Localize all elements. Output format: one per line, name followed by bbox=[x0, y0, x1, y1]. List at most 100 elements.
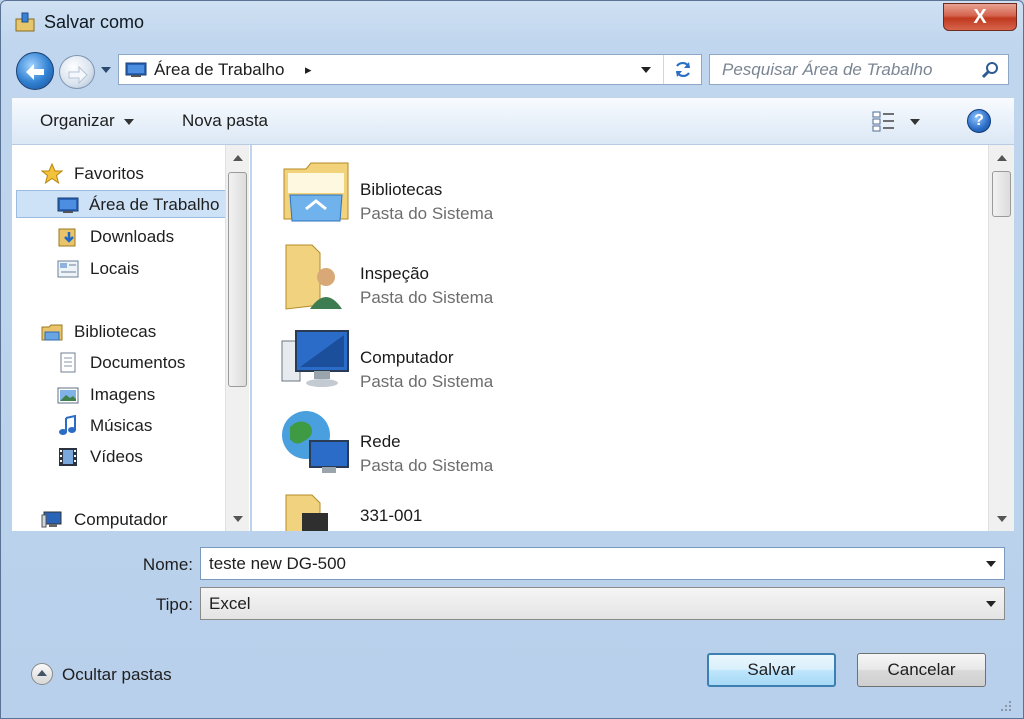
nav-item-label: Locais bbox=[90, 259, 140, 278]
recent-locations-dropdown[interactable] bbox=[101, 67, 111, 73]
filename-value[interactable]: teste new DG-500 bbox=[209, 554, 346, 574]
address-bar[interactable]: Área de Trabalho ▸ bbox=[118, 54, 702, 85]
nav-item-downloads[interactable]: Downloads bbox=[57, 223, 227, 251]
breadcrumb-chevron-icon[interactable]: ▸ bbox=[305, 62, 312, 78]
list-item[interactable]: Computador Pasta do Sistema bbox=[280, 323, 780, 403]
scroll-up-icon[interactable] bbox=[233, 155, 243, 161]
nav-item-videos[interactable]: Vídeos bbox=[57, 443, 227, 471]
file-name: Bibliotecas bbox=[360, 180, 443, 199]
refresh-icon bbox=[676, 61, 690, 78]
list-item[interactable]: Rede Pasta do Sistema bbox=[280, 407, 780, 487]
save-as-dialog: Salvar como X Área de Trabalho ▸ Pesquis… bbox=[0, 0, 1024, 719]
navigation-scrollbar[interactable] bbox=[225, 145, 249, 531]
filename-dropdown-arrow-icon[interactable] bbox=[986, 561, 996, 567]
help-icon[interactable]: ? bbox=[967, 109, 991, 133]
filename-label: Nome: bbox=[142, 555, 193, 574]
back-button[interactable] bbox=[16, 52, 54, 90]
nav-item-label: Bibliotecas bbox=[74, 322, 157, 341]
downloads-icon bbox=[58, 228, 76, 247]
documents-icon bbox=[60, 352, 76, 373]
file-name: Inspeção bbox=[360, 264, 429, 283]
file-list-scrollbar[interactable] bbox=[988, 145, 1014, 531]
navigation-pane: Favoritos Área de Trabalho Downloads Loc… bbox=[12, 145, 250, 531]
forward-button[interactable] bbox=[59, 55, 95, 89]
pictures-icon bbox=[57, 387, 79, 404]
refresh-button[interactable] bbox=[663, 55, 701, 84]
filetype-value[interactable]: Excel bbox=[209, 594, 251, 614]
scroll-up-icon[interactable] bbox=[997, 155, 1007, 161]
search-icon[interactable] bbox=[982, 61, 1000, 79]
scroll-down-icon[interactable] bbox=[233, 516, 243, 522]
hide-folders-toggle[interactable]: Ocultar pastas bbox=[31, 661, 191, 689]
nav-item-label: Downloads bbox=[90, 227, 175, 246]
user-folder-icon bbox=[285, 244, 342, 310]
nav-item-computer[interactable]: Computador bbox=[41, 506, 231, 531]
file-name: 331-001 bbox=[360, 506, 423, 525]
folder-icon bbox=[285, 494, 328, 531]
scrollbar-thumb[interactable] bbox=[228, 172, 247, 387]
organize-dropdown-arrow-icon[interactable] bbox=[124, 119, 134, 125]
hide-folders-label[interactable]: Ocultar pastas bbox=[62, 665, 172, 685]
file-name: Computador bbox=[360, 348, 454, 367]
libraries-folder-icon bbox=[283, 162, 349, 222]
new-folder-button[interactable]: Nova pasta bbox=[182, 111, 268, 131]
scrollbar-thumb[interactable] bbox=[992, 171, 1011, 217]
nav-item-label: Computador bbox=[74, 510, 168, 529]
videos-icon bbox=[59, 448, 77, 466]
collapse-up-icon[interactable] bbox=[31, 663, 53, 685]
save-button[interactable]: Salvar bbox=[707, 653, 836, 687]
nav-item-favorites[interactable]: Favoritos bbox=[41, 160, 231, 188]
nav-item-recent-places[interactable]: Locais bbox=[57, 255, 227, 283]
address-location[interactable]: Área de Trabalho bbox=[154, 60, 284, 80]
nav-item-documents[interactable]: Documentos bbox=[57, 349, 227, 377]
computer-icon bbox=[281, 330, 349, 387]
nav-item-label: Músicas bbox=[90, 416, 153, 435]
nav-item-label: Favoritos bbox=[74, 164, 144, 183]
command-bar: Organizar Nova pasta ? bbox=[12, 97, 1014, 145]
address-dropdown-arrow-icon[interactable] bbox=[641, 67, 651, 73]
file-type: Pasta do Sistema bbox=[360, 288, 494, 307]
file-type: Pasta do Sistema bbox=[360, 204, 494, 223]
back-arrow-icon bbox=[26, 64, 44, 80]
save-dialog-icon bbox=[15, 12, 35, 32]
list-item[interactable]: 331-001 bbox=[280, 491, 780, 531]
window-title: Salvar como bbox=[44, 12, 145, 32]
network-icon bbox=[282, 411, 349, 473]
scroll-down-icon[interactable] bbox=[997, 516, 1007, 522]
desktop-icon bbox=[125, 62, 147, 77]
search-box[interactable]: Pesquisar Área de Trabalho bbox=[709, 54, 1009, 85]
view-options-dropdown-arrow-icon[interactable] bbox=[910, 119, 920, 125]
file-type: Pasta do Sistema bbox=[360, 456, 494, 475]
recent-places-icon bbox=[57, 260, 79, 278]
filetype-dropdown-arrow-icon[interactable] bbox=[986, 601, 996, 607]
nav-item-label: Vídeos bbox=[90, 447, 143, 466]
nav-item-label: Documentos bbox=[90, 353, 186, 372]
forward-arrow-icon bbox=[68, 66, 88, 84]
nav-item-music[interactable]: Músicas bbox=[57, 412, 227, 440]
list-item[interactable]: Bibliotecas Pasta do Sistema bbox=[280, 155, 780, 235]
list-item[interactable]: Inspeção Pasta do Sistema bbox=[280, 239, 780, 319]
nav-item-label: Imagens bbox=[90, 385, 156, 404]
cancel-button[interactable]: Cancelar bbox=[857, 653, 986, 687]
filename-field[interactable]: teste new DG-500 bbox=[200, 547, 1005, 580]
star-icon bbox=[41, 163, 63, 185]
title-bar: Salvar como X bbox=[1, 1, 1023, 45]
search-placeholder[interactable]: Pesquisar Área de Trabalho bbox=[722, 60, 932, 80]
computer-icon bbox=[41, 511, 62, 528]
resize-grip-icon[interactable] bbox=[997, 697, 1013, 713]
filetype-select[interactable]: Excel bbox=[200, 587, 1005, 620]
nav-item-libraries[interactable]: Bibliotecas bbox=[41, 318, 231, 346]
file-list: Bibliotecas Pasta do Sistema Inspeção Pa… bbox=[252, 145, 988, 531]
desktop-icon bbox=[57, 197, 79, 213]
libraries-icon bbox=[41, 324, 63, 341]
file-type: Pasta do Sistema bbox=[360, 372, 494, 391]
filetype-label: Tipo: bbox=[155, 595, 193, 614]
organize-button[interactable]: Organizar bbox=[40, 111, 115, 131]
close-button[interactable]: X bbox=[943, 3, 1017, 31]
nav-item-label: Área de Trabalho bbox=[89, 195, 220, 214]
file-name: Rede bbox=[360, 432, 401, 451]
change-view-icon[interactable] bbox=[872, 110, 896, 132]
nav-item-pictures[interactable]: Imagens bbox=[57, 381, 227, 409]
music-icon bbox=[59, 415, 76, 435]
nav-item-desktop[interactable]: Área de Trabalho bbox=[16, 190, 232, 218]
